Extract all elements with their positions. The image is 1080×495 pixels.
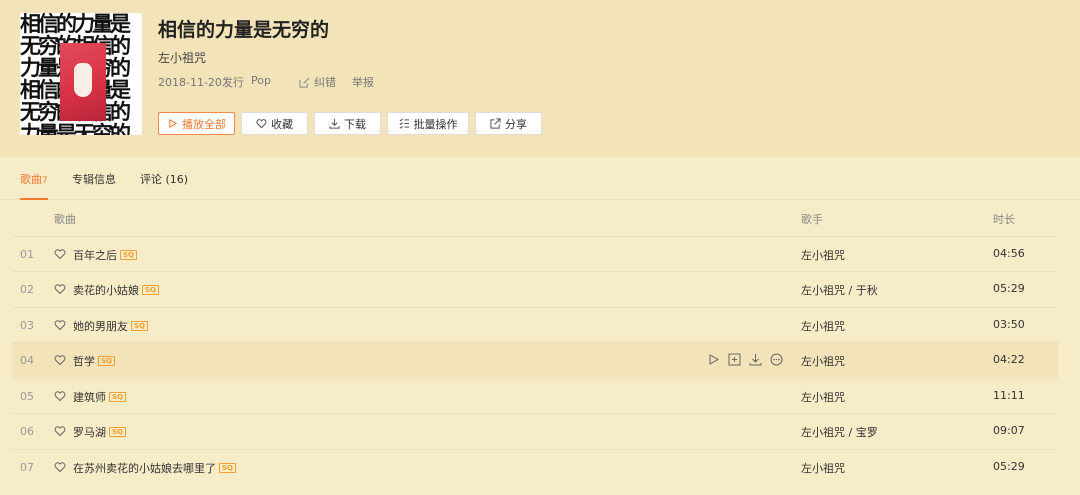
batch-operations-label: 批量操作 [413, 117, 458, 131]
tab-comments[interactable]: 评论 (16) [140, 171, 188, 187]
tab-album-info[interactable]: 专辑信息 [72, 171, 116, 187]
song-title[interactable]: 罗马湖 [73, 424, 106, 440]
column-song: 歌曲 [54, 213, 76, 226]
track-number: 01 [20, 248, 34, 261]
batch-operations-button[interactable]: 批量操作 [387, 112, 469, 135]
play-all-button[interactable]: 播放全部 [158, 112, 235, 135]
download-icon [329, 118, 340, 129]
song-duration: 04:22 [993, 353, 1025, 366]
album-header: 相信的力量是 无穷的相信的 力量是无穷的 相信的力量是 无穷的相信的 力量是无穷… [0, 0, 1080, 157]
song-title[interactable]: 在苏州卖花的小姑娘去哪里了 [73, 460, 216, 476]
share-label: 分享 [505, 117, 527, 131]
row-actions [707, 353, 783, 366]
song-row[interactable]: 04 哲学 SQ 左小祖咒 04:22 [12, 342, 1058, 377]
share-button[interactable]: 分享 [475, 112, 542, 135]
song-duration: 11:11 [993, 389, 1025, 402]
download-icon[interactable] [749, 353, 762, 366]
tab-songs[interactable]: 歌曲7 [20, 171, 48, 187]
favorite-button[interactable]: 收藏 [241, 112, 308, 135]
play-icon [169, 118, 178, 129]
heart-icon [256, 119, 267, 129]
tab-songs-label: 歌曲 [20, 173, 42, 186]
sq-badge: SQ [219, 463, 236, 473]
song-artist[interactable]: 左小祖咒 [801, 460, 845, 476]
play-icon[interactable] [707, 353, 720, 366]
song-title-cell[interactable]: 百年之后 SQ [73, 247, 137, 263]
song-row[interactable]: 01 百年之后 SQ 左小祖咒 04:56 [12, 236, 1058, 271]
genre-link[interactable]: Pop [251, 74, 271, 87]
song-row[interactable]: 05 建筑师 SQ 左小祖咒 11:11 [12, 378, 1058, 413]
song-title[interactable]: 百年之后 [73, 247, 117, 263]
song-artist[interactable]: 左小祖咒 / 宝罗 [801, 424, 878, 440]
song-duration: 05:29 [993, 282, 1025, 295]
track-number: 06 [20, 425, 34, 438]
batch-list-icon [399, 118, 409, 129]
song-list-header: 歌曲 歌手 时长 [0, 201, 1080, 236]
edit-icon [299, 77, 310, 88]
more-icon[interactable] [770, 353, 783, 366]
song-duration: 09:07 [993, 424, 1025, 437]
correct-link[interactable]: 纠错 [299, 74, 336, 90]
tab-songs-count: 7 [42, 176, 48, 186]
song-title-cell[interactable]: 建筑师 SQ [73, 389, 126, 405]
song-artist[interactable]: 左小祖咒 [801, 389, 845, 405]
download-label: 下载 [344, 117, 366, 131]
column-artist: 歌手 [801, 213, 823, 226]
heart-icon[interactable] [54, 248, 66, 260]
heart-icon[interactable] [54, 390, 66, 402]
album-title: 相信的力量是无穷的 [158, 19, 330, 41]
song-artist[interactable]: 左小祖咒 [801, 318, 845, 334]
heart-icon[interactable] [54, 283, 66, 295]
sq-badge: SQ [109, 392, 126, 402]
song-duration: 03:50 [993, 318, 1025, 331]
track-number: 02 [20, 283, 34, 296]
release-date: 2018-11-20发行 [158, 76, 244, 89]
active-tab-indicator [20, 198, 48, 200]
favorite-label: 收藏 [271, 117, 293, 131]
tab-bar: 歌曲7 专辑信息 评论 (16) [0, 157, 1080, 200]
song-title-cell[interactable]: 卖花的小姑娘 SQ [73, 282, 159, 298]
sq-badge: SQ [98, 356, 115, 366]
song-duration: 05:29 [993, 460, 1025, 473]
heart-icon[interactable] [54, 425, 66, 437]
sq-badge: SQ [120, 250, 137, 260]
heart-icon[interactable] [54, 319, 66, 331]
song-title-cell[interactable]: 罗马湖 SQ [73, 424, 126, 440]
add-to-playlist-icon[interactable] [728, 353, 741, 366]
heart-icon[interactable] [54, 461, 66, 473]
song-artist[interactable]: 左小祖咒 [801, 353, 845, 369]
cover-photo [60, 43, 106, 121]
sq-badge: SQ [109, 427, 126, 437]
share-icon [490, 118, 501, 129]
album-artist-link[interactable]: 左小祖咒 [158, 49, 206, 66]
song-artist[interactable]: 左小祖咒 [801, 247, 845, 263]
song-title[interactable]: 哲学 [73, 353, 95, 369]
track-number: 07 [20, 461, 34, 474]
download-button[interactable]: 下载 [314, 112, 381, 135]
play-all-label: 播放全部 [182, 117, 226, 131]
song-title-cell[interactable]: 哲学 SQ [73, 353, 115, 369]
album-cover[interactable]: 相信的力量是 无穷的相信的 力量是无穷的 相信的力量是 无穷的相信的 力量是无穷… [20, 13, 142, 135]
report-link[interactable]: 举报 [352, 74, 374, 90]
sq-badge: SQ [131, 321, 148, 331]
heart-icon[interactable] [54, 354, 66, 366]
track-number: 04 [20, 354, 34, 367]
song-title[interactable]: 卖花的小姑娘 [73, 282, 139, 298]
track-number: 05 [20, 390, 34, 403]
song-title[interactable]: 她的男朋友 [73, 318, 128, 334]
song-title-cell[interactable]: 她的男朋友 SQ [73, 318, 148, 334]
song-row[interactable]: 07 在苏州卖花的小姑娘去哪里了 SQ 左小祖咒 05:29 [12, 449, 1058, 484]
song-title[interactable]: 建筑师 [73, 389, 106, 405]
column-duration: 时长 [993, 213, 1015, 226]
correct-label: 纠错 [314, 76, 336, 89]
song-row[interactable]: 06 罗马湖 SQ 左小祖咒 / 宝罗 09:07 [12, 413, 1058, 448]
song-duration: 04:56 [993, 247, 1025, 260]
sq-badge: SQ [142, 285, 159, 295]
song-artist[interactable]: 左小祖咒 / 于秋 [801, 282, 878, 298]
track-number: 03 [20, 319, 34, 332]
song-row[interactable]: 03 她的男朋友 SQ 左小祖咒 03:50 [12, 307, 1058, 342]
song-row[interactable]: 02 卖花的小姑娘 SQ 左小祖咒 / 于秋 05:29 [12, 271, 1058, 306]
song-title-cell[interactable]: 在苏州卖花的小姑娘去哪里了 SQ [73, 460, 236, 476]
